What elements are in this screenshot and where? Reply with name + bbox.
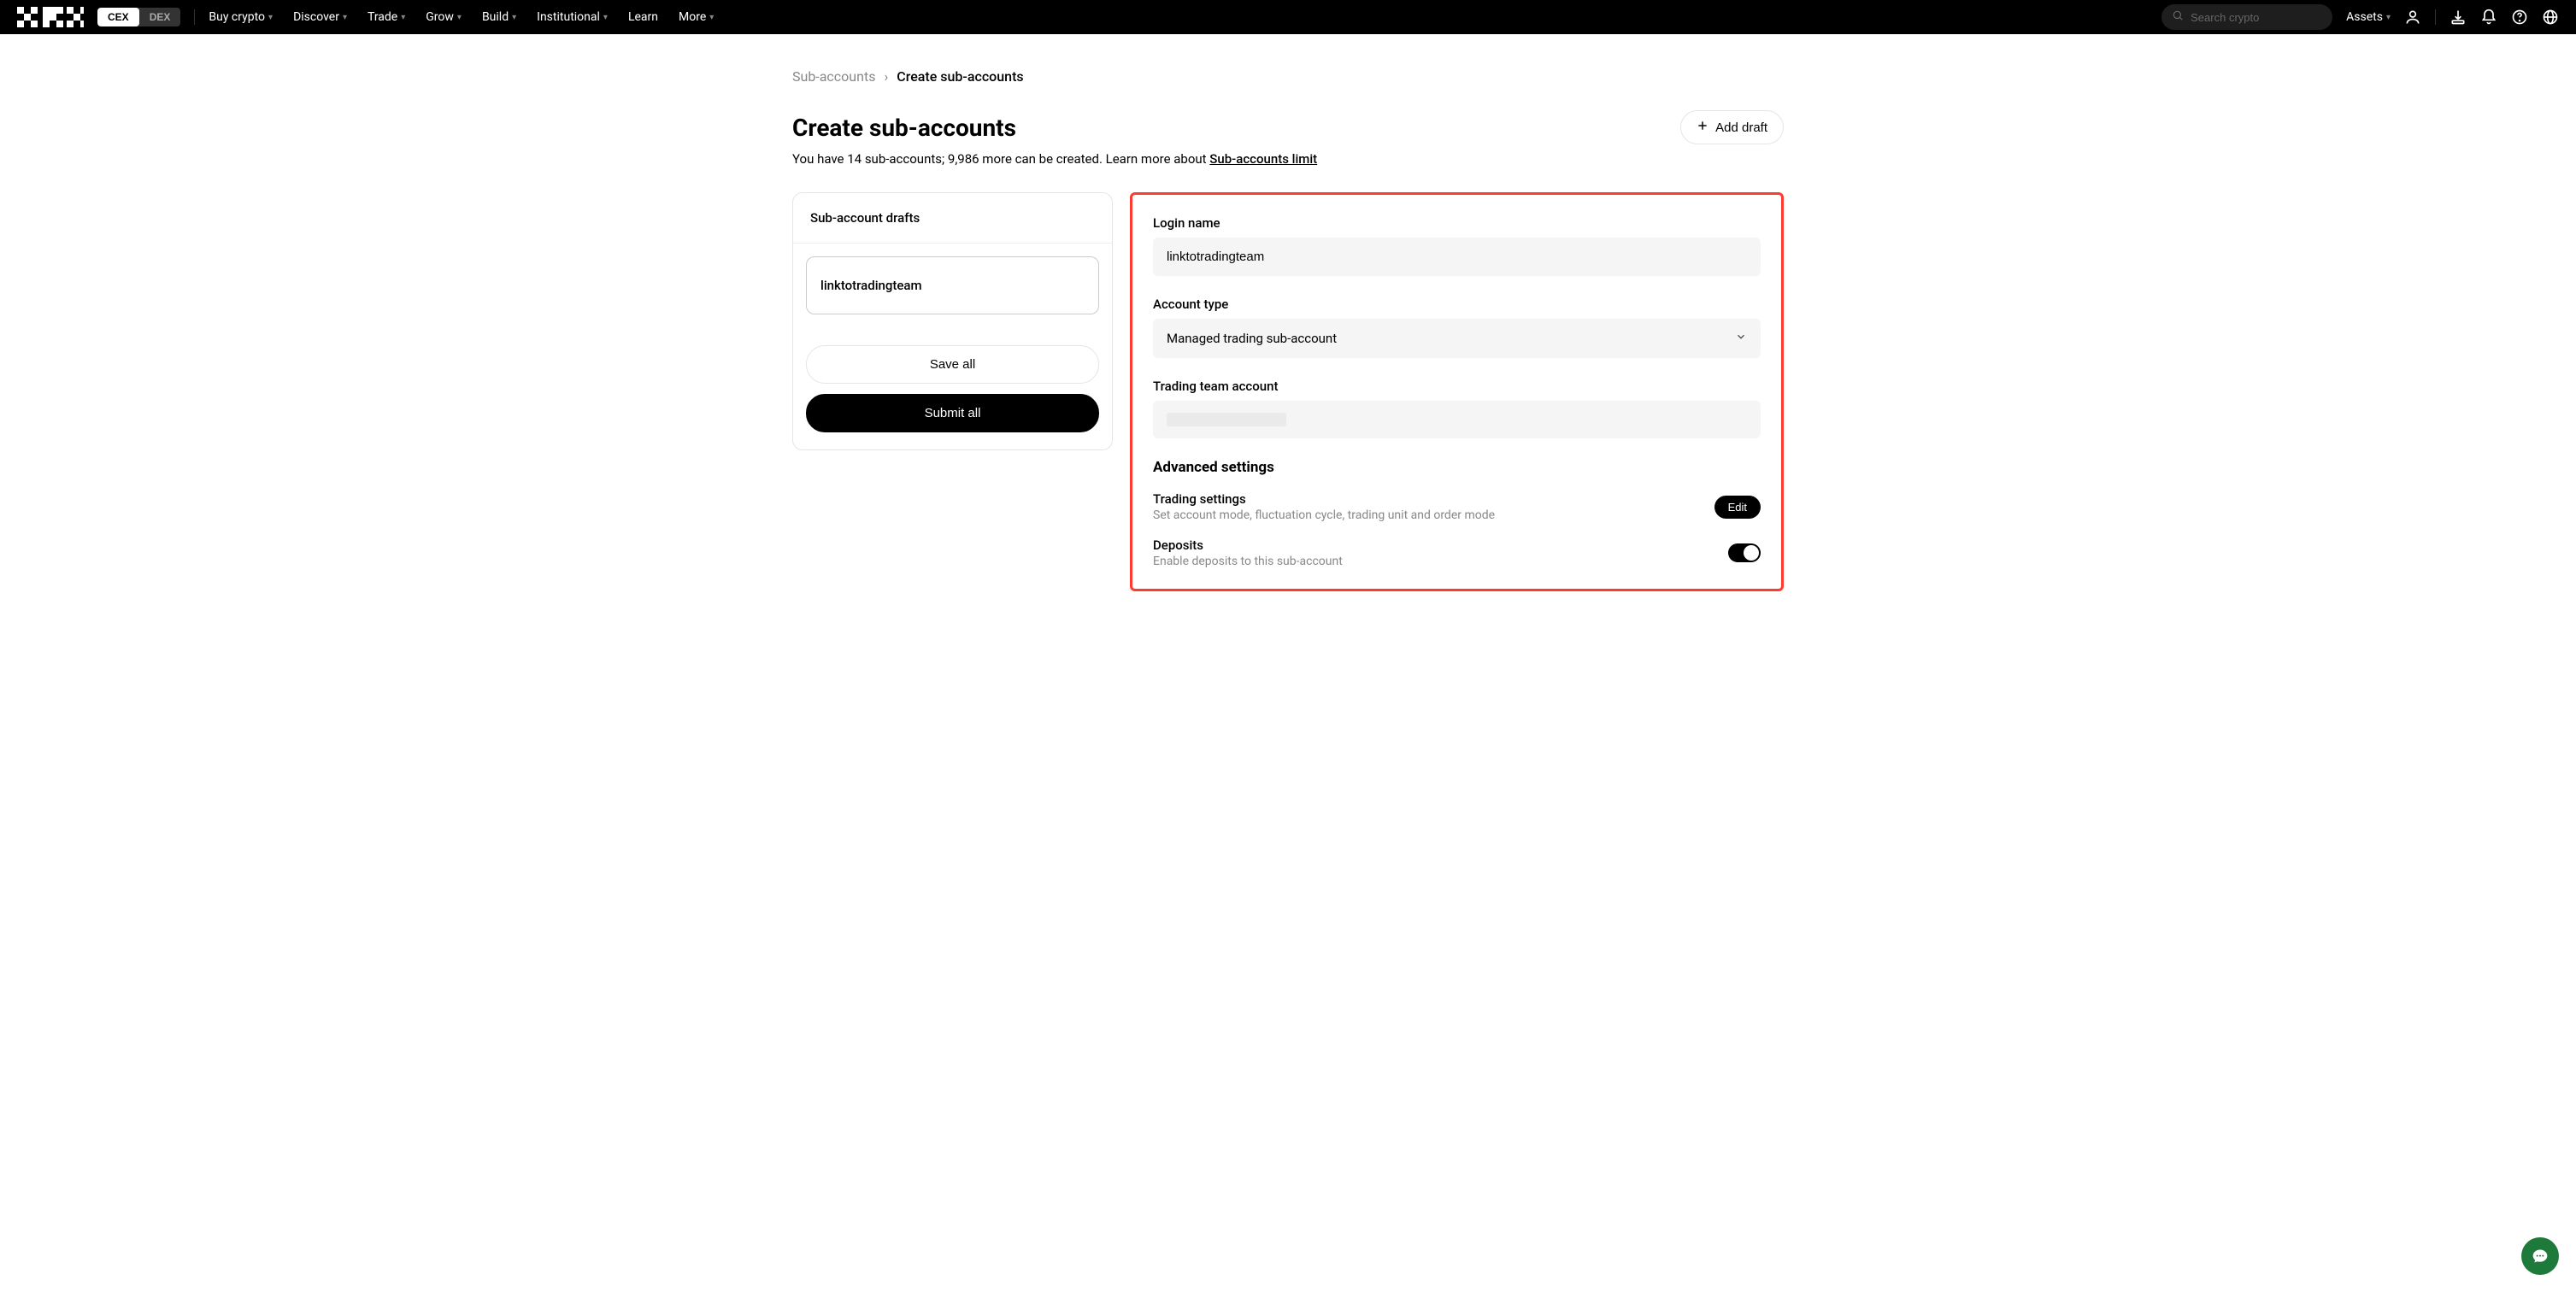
draft-item-label: linktotradingteam	[820, 278, 922, 293]
nav-label: Institutional	[537, 10, 600, 24]
deposits-title: Deposits	[1153, 537, 1343, 553]
trading-settings-desc: Set account mode, fluctuation cycle, tra…	[1153, 508, 1495, 522]
search-icon	[2172, 9, 2184, 25]
trading-settings-row: Trading settings Set account mode, fluct…	[1153, 491, 1761, 522]
header-icons	[2404, 9, 2559, 26]
search-input[interactable]	[2191, 11, 2322, 24]
nav-label: More	[679, 10, 706, 24]
chevron-down-icon: ▾	[512, 13, 516, 22]
chevron-down-icon: ▾	[709, 13, 714, 22]
search-box[interactable]	[2161, 4, 2332, 30]
edit-button[interactable]: Edit	[1714, 496, 1761, 519]
nav-label: Build	[482, 10, 509, 24]
chevron-down-icon: ▾	[268, 13, 273, 22]
breadcrumb: Sub-accounts › Create sub-accounts	[792, 68, 1784, 85]
nav-label: Buy crypto	[209, 10, 265, 24]
add-draft-button[interactable]: Add draft	[1680, 110, 1784, 144]
nav-grow[interactable]: Grow▾	[426, 10, 462, 24]
account-type-label: Account type	[1153, 297, 1761, 312]
app-header: CEX DEX Buy crypto▾ Discover▾ Trade▾ Gro…	[0, 0, 2576, 34]
nav-buy-crypto[interactable]: Buy crypto▾	[209, 10, 273, 24]
account-type-select[interactable]: Managed trading sub-account	[1153, 319, 1761, 358]
nav-label: Discover	[293, 10, 339, 24]
save-all-button[interactable]: Save all	[806, 345, 1099, 384]
nav-assets[interactable]: Assets▾	[2346, 10, 2391, 24]
nav-learn[interactable]: Learn	[628, 10, 658, 24]
add-draft-label: Add draft	[1715, 120, 1767, 135]
trading-team-label: Trading team account	[1153, 379, 1761, 394]
chevron-down-icon: ▾	[2386, 13, 2391, 22]
chevron-right-icon: ›	[884, 68, 888, 85]
chevron-down-icon: ▾	[401, 13, 405, 22]
profile-icon[interactable]	[2404, 9, 2421, 26]
bell-icon[interactable]	[2480, 9, 2497, 26]
login-name-label: Login name	[1153, 215, 1761, 231]
chevron-down-icon: ▾	[457, 13, 462, 22]
trading-team-input[interactable]	[1153, 401, 1761, 438]
dex-toggle-button[interactable]: DEX	[139, 8, 181, 26]
nav-label: Learn	[628, 10, 658, 24]
subaccount-form: Login name Account type Managed trading …	[1130, 192, 1784, 591]
main-nav: Buy crypto▾ Discover▾ Trade▾ Grow▾ Build…	[209, 10, 714, 24]
page-content: Sub-accounts › Create sub-accounts Creat…	[792, 34, 1784, 625]
chat-fab[interactable]	[2521, 1237, 2559, 1275]
trading-settings-title: Trading settings	[1153, 491, 1495, 507]
chevron-down-icon: ▾	[603, 13, 608, 22]
deposits-row: Deposits Enable deposits to this sub-acc…	[1153, 537, 1761, 568]
divider	[194, 9, 195, 25]
redacted-value	[1167, 413, 1286, 426]
page-title: Create sub-accounts	[792, 114, 1016, 142]
nav-institutional[interactable]: Institutional▾	[537, 10, 608, 24]
submit-all-button[interactable]: Submit all	[806, 394, 1099, 432]
subtitle-text: You have 14 sub-accounts; 9,986 more can…	[792, 151, 1209, 167]
nav-label: Assets	[2346, 10, 2383, 24]
breadcrumb-parent[interactable]: Sub-accounts	[792, 68, 875, 85]
help-icon[interactable]	[2511, 9, 2528, 26]
divider	[2435, 9, 2436, 25]
market-toggle: CEX DEX	[97, 8, 180, 26]
toggle-knob	[1744, 545, 1759, 561]
breadcrumb-current: Create sub-accounts	[897, 68, 1023, 85]
plus-icon	[1697, 120, 1709, 135]
nav-build[interactable]: Build▾	[482, 10, 516, 24]
deposits-desc: Enable deposits to this sub-account	[1153, 555, 1343, 568]
subtitle: You have 14 sub-accounts; 9,986 more can…	[792, 151, 1784, 167]
cex-toggle-button[interactable]: CEX	[97, 8, 139, 26]
nav-label: Grow	[426, 10, 454, 24]
nav-label: Trade	[368, 10, 397, 24]
okx-logo[interactable]	[17, 7, 84, 27]
login-name-input[interactable]	[1153, 238, 1761, 276]
nav-trade[interactable]: Trade ▾	[368, 10, 405, 24]
advanced-settings-heading: Advanced settings	[1153, 459, 1761, 476]
drafts-panel: Sub-account drafts linktotradingteam Sav…	[792, 192, 1113, 450]
nav-more[interactable]: More▾	[679, 10, 714, 24]
nav-discover[interactable]: Discover ▾	[293, 10, 347, 24]
chevron-down-icon: ▾	[343, 13, 347, 22]
drafts-heading: Sub-account drafts	[793, 193, 1112, 244]
download-icon[interactable]	[2450, 9, 2467, 26]
subaccount-limit-link[interactable]: Sub-accounts limit	[1209, 151, 1317, 167]
globe-icon[interactable]	[2542, 9, 2559, 26]
deposits-toggle[interactable]	[1728, 543, 1761, 562]
draft-item[interactable]: linktotradingteam	[806, 256, 1099, 314]
